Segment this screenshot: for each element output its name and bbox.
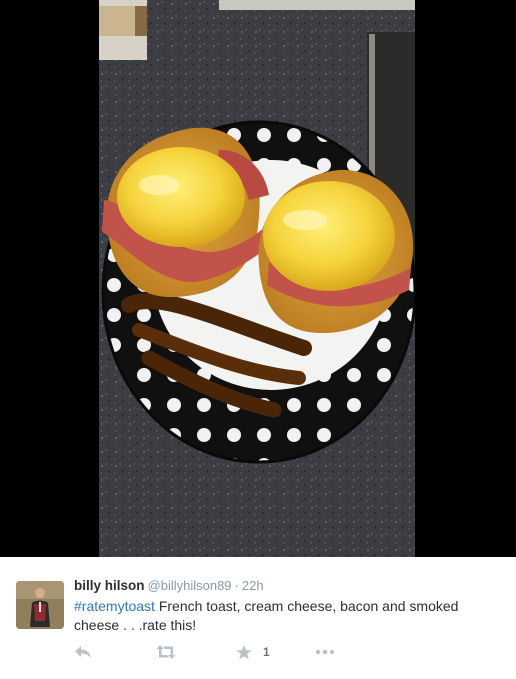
- favorite-button[interactable]: 1: [236, 642, 270, 662]
- retweet-icon: [156, 645, 176, 659]
- avatar[interactable]: [16, 581, 64, 629]
- separator-dot: ·: [234, 578, 239, 593]
- tweet-timestamp[interactable]: 22h: [242, 578, 264, 593]
- avatar-image: [16, 581, 64, 629]
- tweet-header: billy hilson @billyhilson89 · 22h: [74, 577, 264, 595]
- author-username[interactable]: @billyhilson89: [148, 578, 232, 593]
- more-dots-icon: [315, 649, 335, 655]
- tweet: billy hilson @billyhilson89 · 22h #ratemyto…: [0, 557, 516, 679]
- food-photo-image: [99, 0, 415, 557]
- more-button[interactable]: [315, 642, 335, 662]
- reply-arrow-icon: [75, 646, 91, 658]
- hashtag-link[interactable]: #ratemytoast: [74, 598, 155, 614]
- favorite-count: 1: [263, 645, 270, 659]
- reply-button[interactable]: [74, 642, 92, 662]
- tweet-photo[interactable]: [99, 0, 415, 557]
- star-icon: [236, 644, 252, 659]
- media-frame: [0, 0, 516, 557]
- tweet-text: #ratemytoast French toast, cream cheese,…: [74, 597, 484, 635]
- tweet-actions: 1: [74, 642, 494, 662]
- retweet-button[interactable]: [156, 642, 176, 662]
- author-fullname[interactable]: billy hilson: [74, 578, 145, 593]
